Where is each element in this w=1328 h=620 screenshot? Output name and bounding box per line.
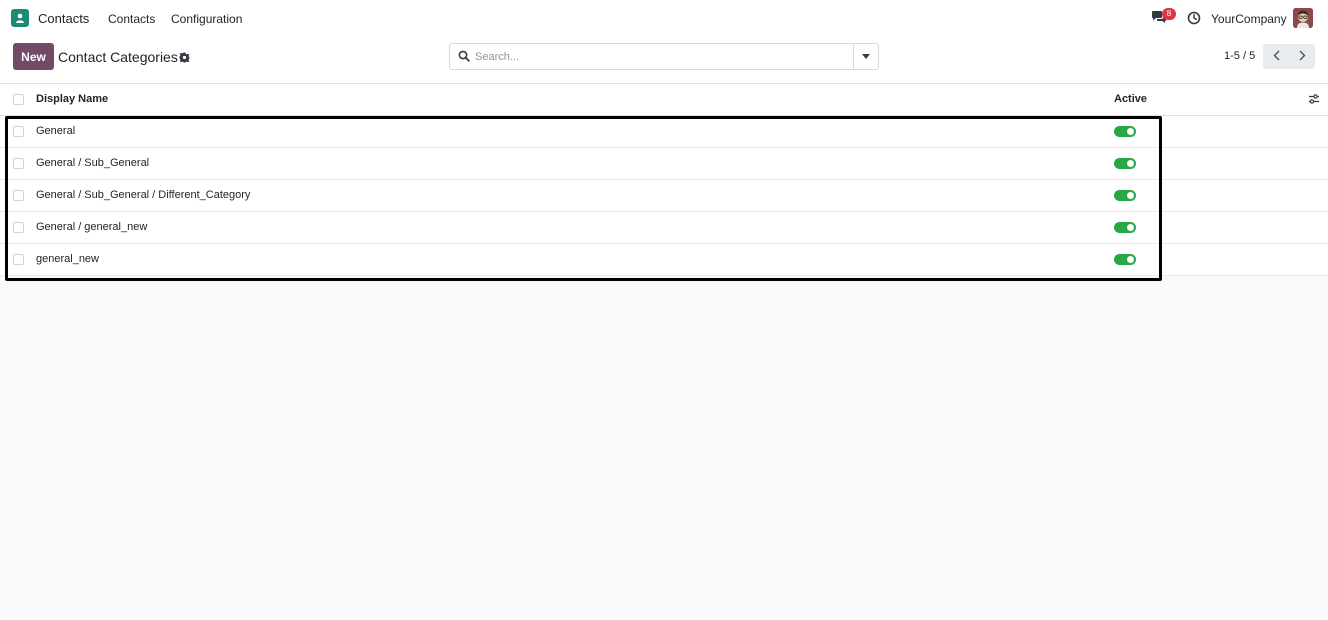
- row-display-name: General: [36, 125, 76, 137]
- table-row[interactable]: General / Sub_General: [0, 148, 1328, 180]
- user-avatar[interactable]: [1293, 8, 1313, 28]
- table-row[interactable]: general_new: [0, 244, 1328, 276]
- select-all-checkbox[interactable]: [13, 94, 24, 105]
- chevron-left-icon: [1273, 49, 1280, 64]
- row-checkbox[interactable]: [13, 126, 24, 137]
- row-display-name: general_new: [36, 253, 99, 265]
- new-button[interactable]: New: [13, 43, 54, 70]
- gear-icon[interactable]: [179, 52, 190, 63]
- active-toggle[interactable]: [1114, 222, 1136, 233]
- table-row[interactable]: General / general_new: [0, 212, 1328, 244]
- column-display-name[interactable]: Display Name: [36, 93, 108, 105]
- top-navbar: Contacts Contacts Configuration 8 YourCo…: [0, 0, 1328, 36]
- toggle-knob: [1127, 256, 1134, 263]
- toggle-knob: [1127, 128, 1134, 135]
- search-bar[interactable]: [449, 43, 879, 70]
- chevron-right-icon: [1299, 49, 1306, 64]
- pager-next-button[interactable]: [1289, 44, 1315, 69]
- row-display-name: General / Sub_General: [36, 157, 150, 169]
- company-switcher[interactable]: YourCompany: [1211, 12, 1287, 26]
- table-header: Display Name Active: [0, 84, 1328, 116]
- search-input[interactable]: [475, 48, 850, 66]
- menu-configuration[interactable]: Configuration: [171, 12, 242, 26]
- table-row[interactable]: General: [0, 116, 1328, 148]
- chat-badge: 8: [1162, 8, 1176, 20]
- list-view: Display Name Active General General / Su…: [0, 83, 1328, 620]
- sliders-icon[interactable]: [1308, 93, 1320, 105]
- caret-down-icon[interactable]: [853, 44, 878, 69]
- row-display-name: General / general_new: [36, 221, 148, 233]
- records-table: Display Name Active General General / Su…: [0, 84, 1328, 276]
- active-toggle[interactable]: [1114, 158, 1136, 169]
- search-icon: [458, 50, 470, 62]
- row-checkbox[interactable]: [13, 158, 24, 169]
- active-toggle[interactable]: [1114, 126, 1136, 137]
- activity-clock-icon[interactable]: [1187, 11, 1201, 25]
- active-toggle[interactable]: [1114, 254, 1136, 265]
- row-checkbox[interactable]: [13, 254, 24, 265]
- pager-previous-button[interactable]: [1263, 44, 1289, 69]
- toggle-knob: [1127, 224, 1134, 231]
- column-active[interactable]: Active: [1114, 93, 1147, 105]
- contacts-app-icon[interactable]: [11, 9, 29, 27]
- toggle-knob: [1127, 160, 1134, 167]
- page-title: Contact Categories: [58, 49, 178, 65]
- app-name[interactable]: Contacts: [38, 11, 89, 26]
- active-toggle[interactable]: [1114, 190, 1136, 201]
- row-checkbox[interactable]: [13, 222, 24, 233]
- toggle-knob: [1127, 192, 1134, 199]
- pager-value[interactable]: 1-5 / 5: [1224, 50, 1255, 62]
- table-row[interactable]: General / Sub_General / Different_Catego…: [0, 180, 1328, 212]
- row-display-name: General / Sub_General / Different_Catego…: [36, 189, 251, 201]
- row-checkbox[interactable]: [13, 190, 24, 201]
- menu-contacts[interactable]: Contacts: [108, 12, 155, 26]
